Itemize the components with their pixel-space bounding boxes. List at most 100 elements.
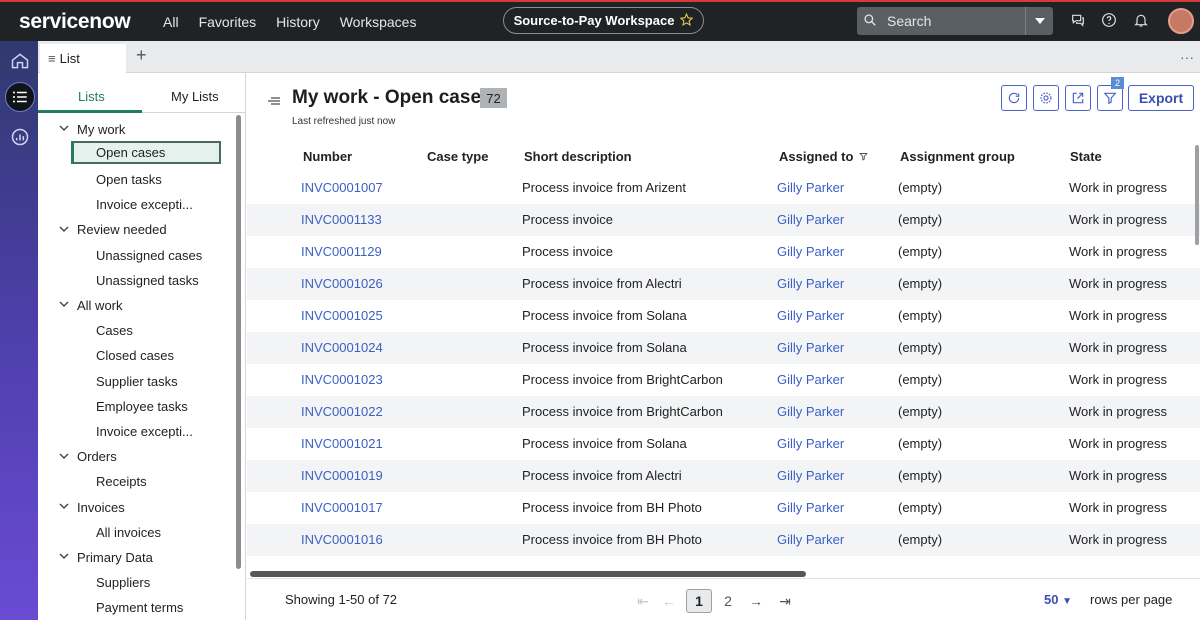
tab-lists[interactable]: Lists [78,89,105,104]
open-in-new-button[interactable] [1065,85,1091,111]
chevron-down-icon[interactable] [59,299,73,311]
tree-item[interactable]: Receipts [96,470,147,494]
cell-assigned-to[interactable]: Gilly Parker [777,532,844,547]
tree-item[interactable]: Invoice excepti... [96,193,193,217]
star-icon[interactable] [679,12,694,29]
cell-assigned-to[interactable]: Gilly Parker [777,212,844,227]
tree-group[interactable]: Primary Data [59,545,153,569]
tree-item[interactable]: Suppliers [96,571,150,595]
tree-item[interactable]: Closed cases [96,344,174,368]
tree-item[interactable]: Cases [96,319,133,343]
cell-number[interactable]: INVC0001022 [301,404,383,419]
table-row[interactable]: INVC0001021 Process invoice from Solana Gi… [247,428,1200,460]
cell-number[interactable]: INVC0001019 [301,468,383,483]
cell-assigned-to[interactable]: Gilly Parker [777,244,844,259]
cell-number[interactable]: INVC0001026 [301,276,383,291]
cell-number[interactable]: INVC0001133 [301,212,382,227]
prev-page-icon[interactable]: ← [661,589,677,613]
table-row[interactable]: INVC0001017 Process invoice from BH Photo… [247,492,1200,524]
workspace-selector[interactable]: Source-to-Pay Workspace [503,7,704,34]
cell-assigned-to[interactable]: Gilly Parker [777,372,844,387]
table-row[interactable]: INVC0001025 Process invoice from Solana Gi… [247,300,1200,332]
tree-item[interactable]: Open tasks [96,167,162,191]
chevron-down-icon[interactable] [59,224,73,236]
page-1-button[interactable]: 1 [686,589,712,613]
cell-number[interactable]: INVC0001025 [301,308,383,323]
nav-history[interactable]: History [276,14,320,30]
chevron-down-icon[interactable] [59,451,73,463]
search-scope-dropdown[interactable] [1025,7,1053,35]
cell-number[interactable]: INVC0001021 [301,436,383,451]
cell-assigned-to[interactable]: Gilly Parker [777,340,844,355]
more-options-icon[interactable]: ··· [1180,49,1194,65]
table-row[interactable]: INVC0001024 Process invoice from Solana Gi… [247,332,1200,364]
column-state[interactable]: State [1070,149,1102,164]
column-short-description[interactable]: Short description [524,149,632,164]
table-row[interactable]: INVC0001023 Process invoice from BrightCa… [247,364,1200,396]
settings-button[interactable] [1033,85,1059,111]
chevron-down-icon[interactable] [59,123,73,135]
column-assigned-to[interactable]: Assigned to [779,149,868,164]
cell-number[interactable]: INVC0001016 [301,532,383,547]
chevron-down-icon[interactable] [59,551,73,563]
table-row[interactable]: INVC0001007 Process invoice from Arizent G… [247,172,1200,204]
tab-list[interactable]: ≡ List [40,44,126,73]
nav-favorites[interactable]: Favorites [199,14,257,30]
page-2-button[interactable]: 2 [720,589,736,613]
chevron-down-icon[interactable] [59,501,73,513]
nav-all[interactable]: All [163,14,179,30]
tree-item[interactable]: All invoices [96,520,161,544]
help-icon[interactable] [1101,12,1119,30]
cell-assigned-to[interactable]: Gilly Parker [777,180,844,195]
analytics-icon[interactable] [5,122,35,152]
nav-workspaces[interactable]: Workspaces [340,14,417,30]
add-tab-button[interactable]: + [136,45,147,66]
tree-item-selected[interactable]: Open cases [71,141,221,165]
table-row[interactable]: INVC0001022 Process invoice from BrightCa… [247,396,1200,428]
tree-item[interactable]: Unassigned cases [96,243,202,267]
tree-group[interactable]: All work [59,293,123,317]
table-row[interactable]: INVC0001019 Process invoice from Alectri G… [247,460,1200,492]
cell-number[interactable]: INVC0001023 [301,372,383,387]
tree-item[interactable]: Invoice excepti... [96,419,193,443]
horizontal-scrollbar[interactable] [250,571,806,577]
cell-assigned-to[interactable]: Gilly Parker [777,404,844,419]
refresh-button[interactable] [1001,85,1027,111]
cell-assigned-to[interactable]: Gilly Parker [777,500,844,515]
tree-item[interactable]: Payment terms [96,596,183,620]
table-row[interactable]: INVC0001129 Process invoice Gilly Parker (e… [247,236,1200,268]
collapse-panel-icon[interactable] [268,95,280,109]
vertical-scrollbar[interactable] [1195,145,1199,245]
tree-item[interactable]: Employee tasks [96,394,188,418]
column-case-type[interactable]: Case type [427,149,488,164]
column-assignment-group[interactable]: Assignment group [900,149,1015,164]
user-avatar[interactable] [1168,8,1194,34]
cell-assigned-to[interactable]: Gilly Parker [777,276,844,291]
cell-number[interactable]: INVC0001017 [301,500,383,515]
cell-assigned-to[interactable]: Gilly Parker [777,308,844,323]
cell-assigned-to[interactable]: Gilly Parker [777,468,844,483]
column-number[interactable]: Number [303,149,352,164]
global-search[interactable]: Search [857,7,1053,35]
tree-group[interactable]: Review needed [59,218,167,242]
last-page-icon[interactable]: ⇥ [777,589,793,613]
cell-number[interactable]: INVC0001007 [301,180,383,195]
table-row[interactable]: INVC0001133 Process invoice Gilly Parker (e… [247,204,1200,236]
rows-per-page-select[interactable]: 50 ▼ [1044,592,1072,607]
tree-item[interactable]: Supplier tasks [96,369,178,393]
list-tree-scrollbar[interactable] [236,115,241,569]
tree-group[interactable]: Invoices [59,495,125,519]
tree-group[interactable]: My work [59,117,125,141]
export-button[interactable]: Export [1128,85,1194,111]
cell-assigned-to[interactable]: Gilly Parker [777,436,844,451]
tree-group[interactable]: Orders [59,445,117,469]
tree-item[interactable]: Unassigned tasks [96,268,199,292]
home-icon[interactable] [5,46,35,76]
cell-number[interactable]: INVC0001024 [301,340,383,355]
notification-bell-icon[interactable] [1133,12,1151,30]
table-row[interactable]: INVC0001016 Process invoice from BH Photo… [247,524,1200,556]
tab-my-lists[interactable]: My Lists [171,89,219,104]
list-icon[interactable] [5,82,35,112]
cell-number[interactable]: INVC0001129 [301,244,382,259]
servicenow-logo[interactable]: servicenow [19,10,149,34]
